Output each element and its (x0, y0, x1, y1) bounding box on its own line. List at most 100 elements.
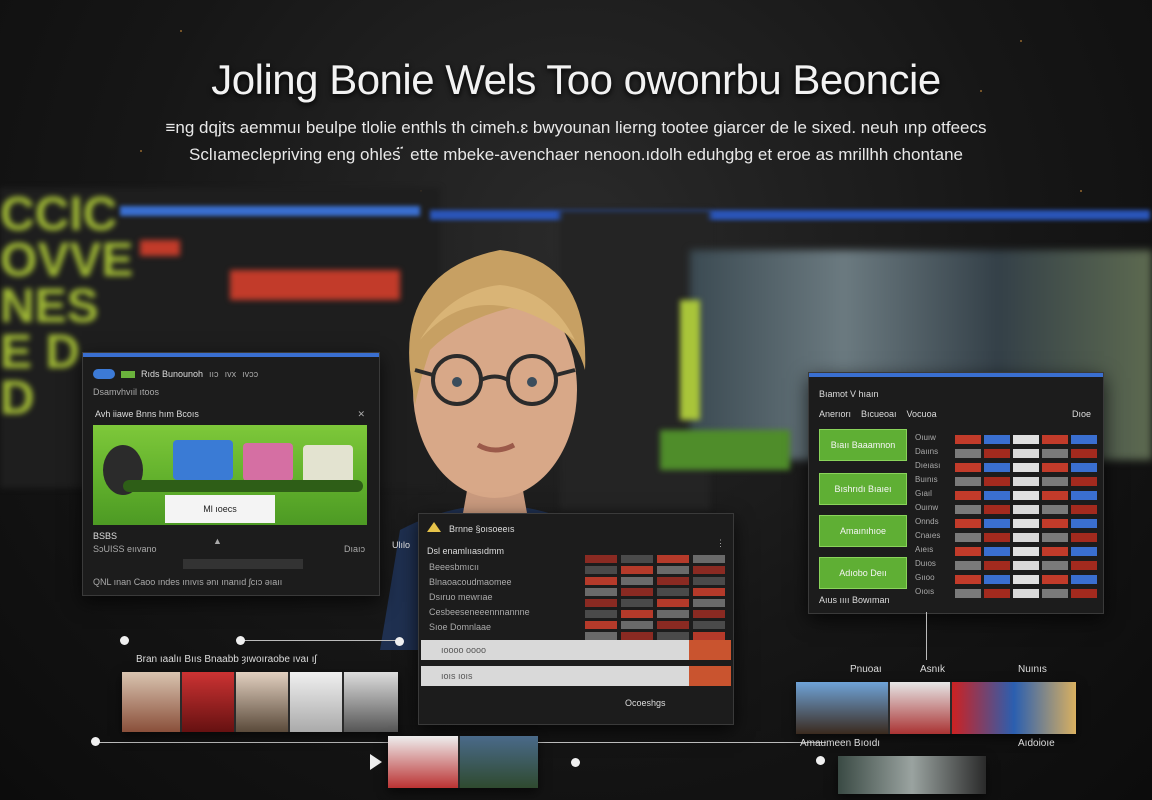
timeline-node[interactable] (571, 758, 580, 767)
grid-row-label: Dıeıası (915, 461, 941, 470)
panel-footer: Aıus ıııı Bowıman (819, 595, 890, 605)
grid-row-label: Gıaıl (915, 489, 932, 498)
table-cell (585, 588, 617, 596)
wide-button[interactable]: ıoıs ıoıs (421, 666, 731, 686)
table-cell (693, 632, 725, 640)
grid-row-label: Cnaıes (915, 531, 941, 540)
grid-cell (1042, 575, 1069, 584)
tag-label: Ulılo (392, 540, 411, 550)
grid-cell (955, 477, 982, 486)
list-item[interactable]: Blnaoacoudmaomee (429, 577, 530, 587)
table-cell (693, 621, 725, 629)
grid-row: Duıos (915, 559, 1098, 573)
timeline-label: Asnık (920, 664, 946, 675)
grid-cell (1071, 491, 1098, 500)
grid-row: Buınıs (915, 475, 1098, 489)
panel-badge: Dıaıɔ (343, 544, 365, 554)
grid-row: Daııns (915, 447, 1098, 461)
table-cell (585, 632, 617, 640)
logo-icon (427, 522, 441, 532)
grid-cell (955, 533, 982, 542)
grid-row: Aıeıs (915, 545, 1098, 559)
grid-cell (1042, 477, 1069, 486)
grid-row: Oıoıs (915, 587, 1098, 601)
grid-cell (1071, 477, 1098, 486)
action-button[interactable]: Adıobo Deıı (819, 557, 907, 589)
action-button[interactable]: Amaınıhıoe (819, 515, 907, 547)
action-button[interactable]: Bıshrıdı Bıaıeı (819, 473, 907, 505)
more-icon[interactable]: ⋮ (716, 538, 725, 549)
grid-cell (1042, 547, 1069, 556)
table-cell (657, 555, 689, 563)
more-icon[interactable]: ✕ (357, 409, 365, 420)
timeline-label: Nuınıs (1018, 664, 1047, 675)
grid-cell (1042, 589, 1069, 598)
grid-cell (1071, 463, 1098, 472)
list-item[interactable]: Cesbeeseneeennnannne (429, 607, 530, 617)
grid-cell (1013, 561, 1040, 570)
list-item[interactable]: Sıoe Domnlaae (429, 622, 530, 632)
table-cell (585, 610, 617, 618)
grid-row-label: Duıos (915, 559, 936, 568)
grid-cell (984, 477, 1011, 486)
table-cell (657, 588, 689, 596)
tab[interactable]: Dıoe (1072, 409, 1091, 419)
menu-item[interactable]: ıvx (225, 369, 237, 379)
timeline-node[interactable] (395, 637, 404, 646)
timeline-node[interactable] (816, 756, 825, 765)
caption-label: BSBS (93, 531, 118, 541)
action-button[interactable]: Bıaıı Baaamnon (819, 429, 907, 461)
timeline-node[interactable] (236, 636, 245, 645)
table-cell (657, 632, 689, 640)
grid-cell (1013, 435, 1040, 444)
featured-image[interactable]: Ml ıoecs (93, 425, 367, 525)
panel-footer: QNL ınan Caoo ındes ınıvıs ǝnı ınanıd ʃc… (93, 577, 283, 587)
grid-cell (1071, 449, 1098, 458)
left-dashboard-panel: Rıds Bunounoh ııɔ ıvx ıvɔɔ Dsamvhvıil ıt… (82, 352, 380, 596)
grid-cell (1042, 435, 1069, 444)
thumbnail-strip[interactable] (122, 672, 398, 732)
timeline-label: Amaumeen Bıoıdı (800, 738, 881, 749)
tab[interactable]: Vocuoa (907, 409, 937, 419)
grid-cell (1013, 519, 1040, 528)
table-cell (693, 566, 725, 574)
backdrop-block (660, 430, 790, 470)
tab[interactable]: Bıcueoaı (861, 409, 897, 419)
tab-bar: Anerıorı Bıcueoaı Vocuoa (819, 409, 937, 419)
status-chip (121, 370, 135, 378)
grid-row-label: Oıuıw (915, 433, 936, 442)
grid-cell (1042, 449, 1069, 458)
particle (1020, 40, 1022, 42)
list-item[interactable]: Dsıruo mewrıae (429, 592, 530, 602)
wide-button[interactable]: ıoooo oooo (421, 640, 731, 660)
panel-topbar (809, 373, 1103, 377)
grid-cell (984, 491, 1011, 500)
timeline-node[interactable] (120, 636, 129, 645)
page-title: Joling Bonie Wels Too owonrbu Beoncie (211, 56, 941, 103)
thumbnail-strip[interactable] (796, 682, 1076, 734)
play-icon[interactable]: ▲ (213, 536, 222, 546)
table-row (583, 554, 729, 565)
table-cell (585, 566, 617, 574)
grid-cell (1071, 533, 1098, 542)
thumbnail-strip[interactable] (388, 736, 538, 788)
tab[interactable]: Anerıorı (819, 409, 851, 419)
thumbnail-strip[interactable] (838, 756, 986, 794)
menu-item[interactable]: ııɔ (209, 369, 219, 379)
grid-cell (955, 505, 982, 514)
table-cell (585, 621, 617, 629)
menu-item[interactable]: ıvɔɔ (242, 369, 258, 379)
grid-cell (1071, 435, 1098, 444)
grid-row: Dıeıası (915, 461, 1098, 475)
grid-cell (955, 491, 982, 500)
timeline-node[interactable] (91, 737, 100, 746)
play-icon[interactable] (370, 754, 382, 770)
table-row (583, 620, 729, 631)
list-item[interactable]: Beeesbmıcıı (429, 562, 530, 572)
table-cell (621, 599, 653, 607)
center-dashboard-panel: Brnne §oısoeeıs ⋮ Dsl enamlııasıdmm Beee… (418, 513, 734, 725)
backdrop-bar (430, 210, 1150, 220)
grid-cell (1013, 491, 1040, 500)
image-caption-card[interactable]: Ml ıoecs (165, 495, 275, 523)
backdrop-block (680, 300, 700, 420)
